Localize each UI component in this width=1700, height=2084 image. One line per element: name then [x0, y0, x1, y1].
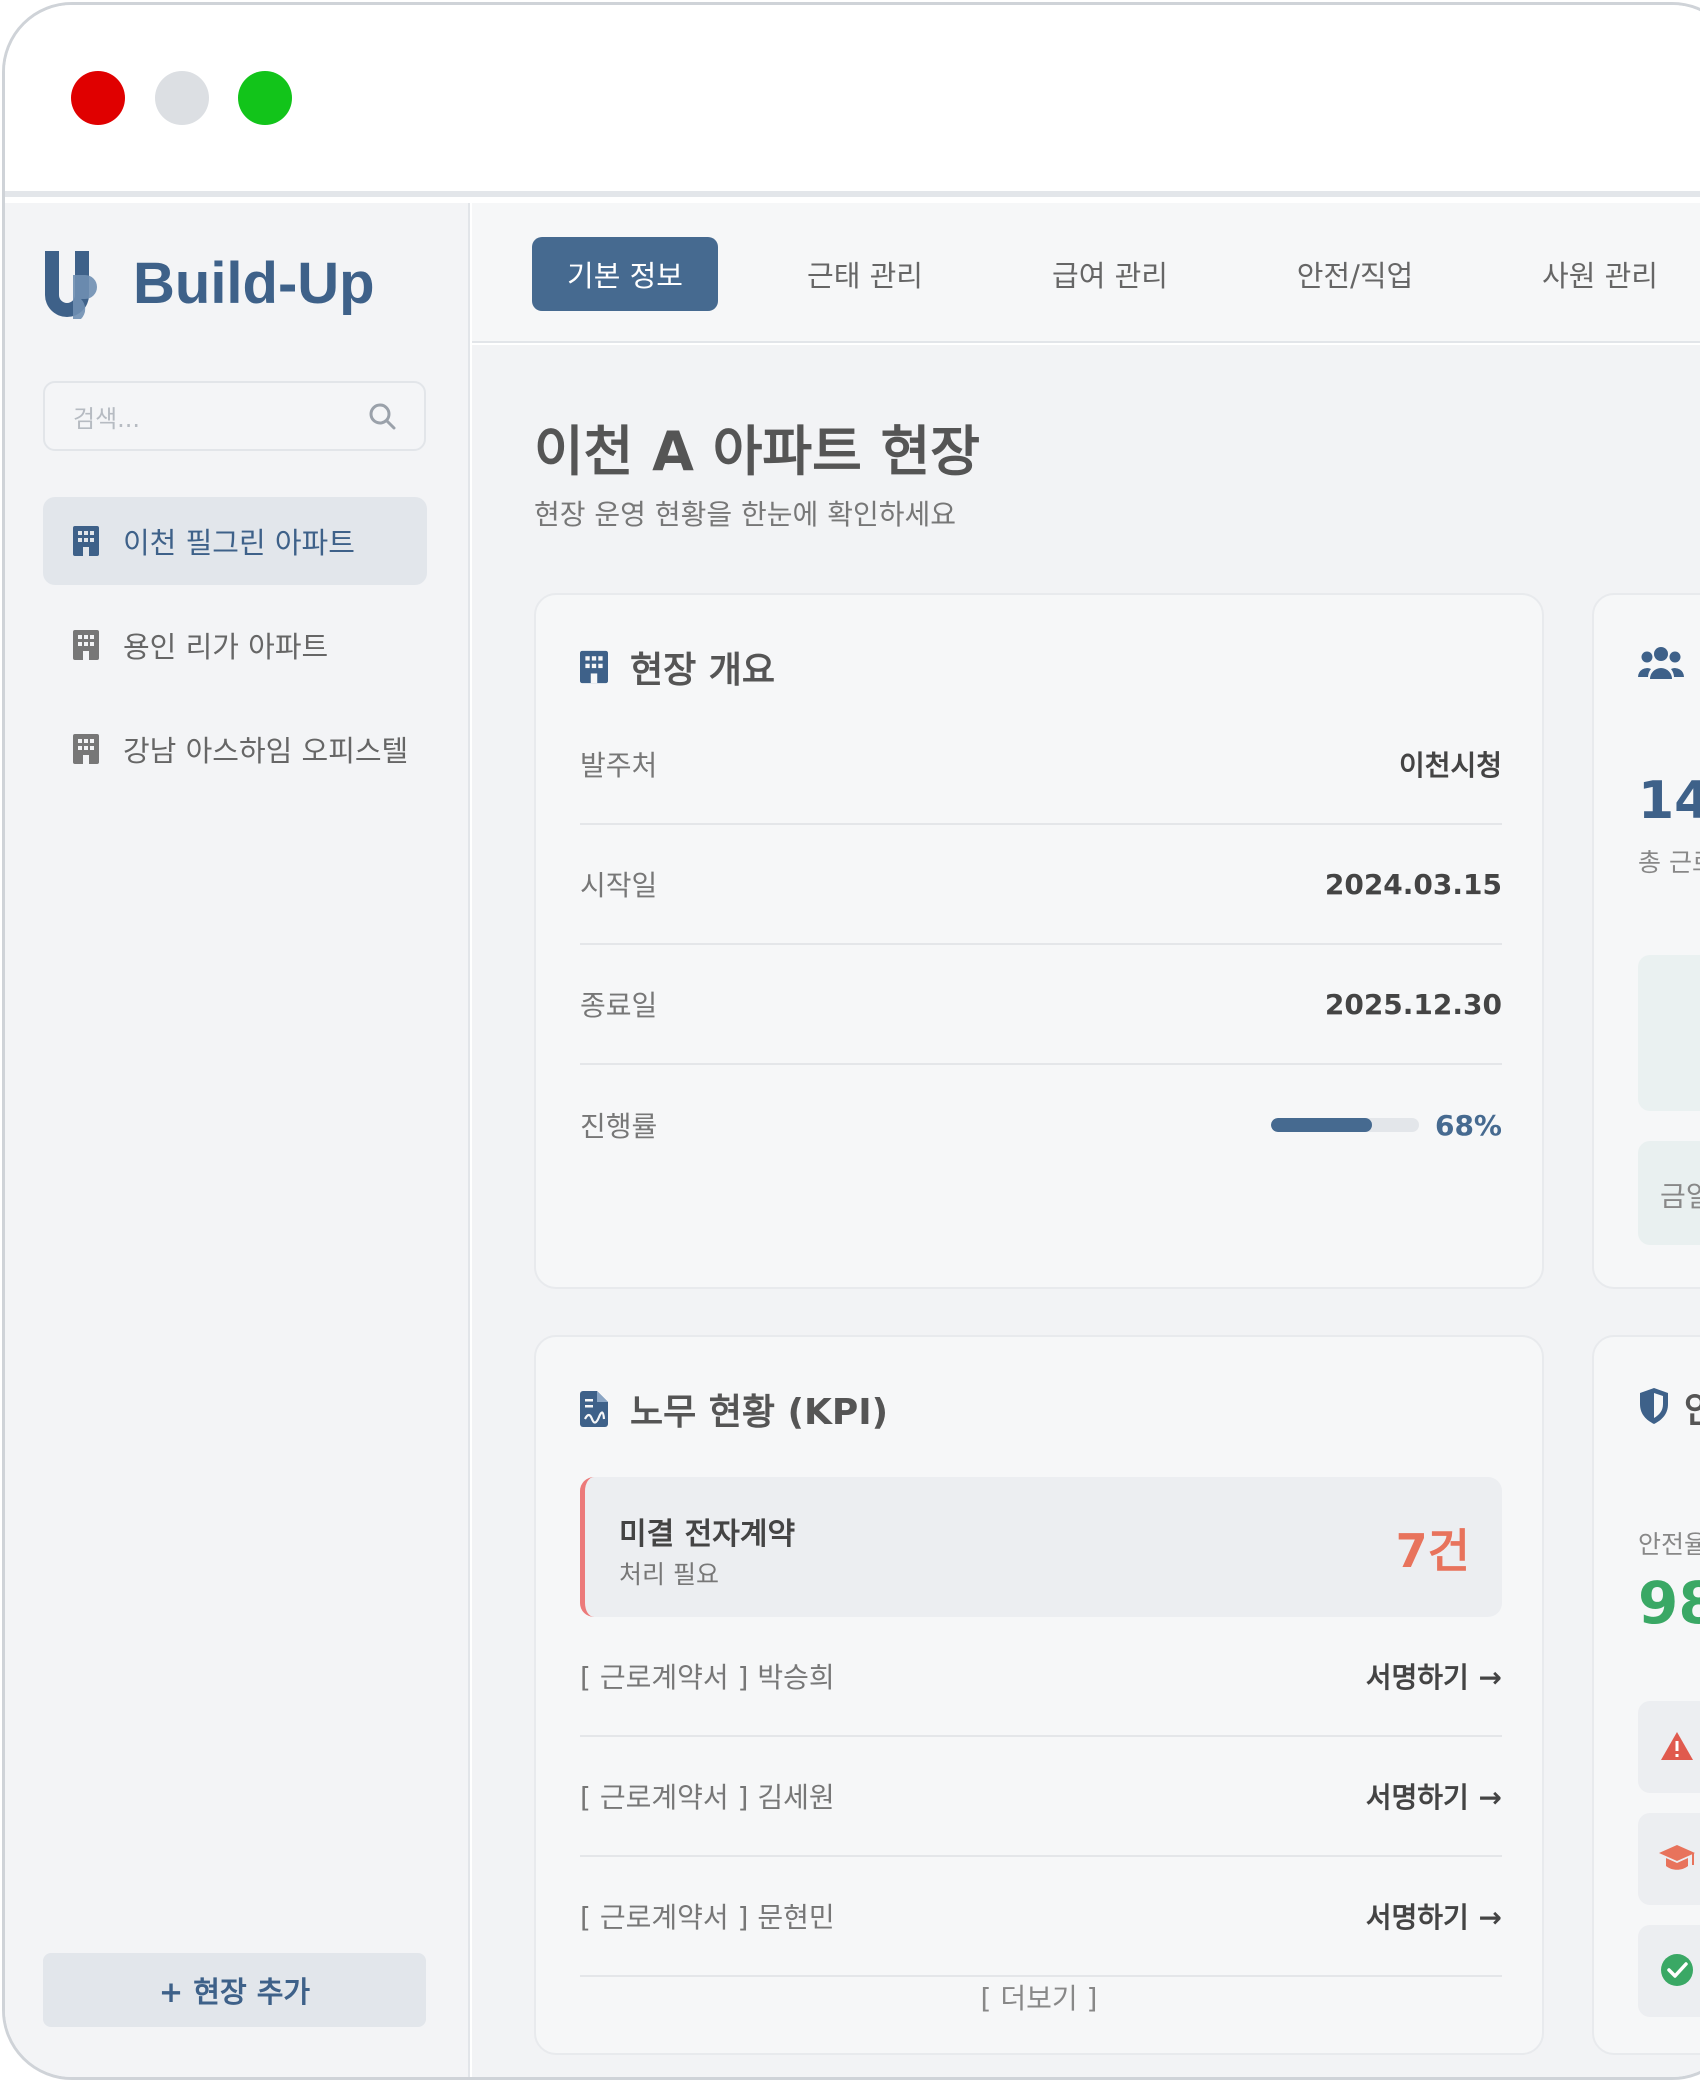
row-label: 발주처	[580, 749, 658, 782]
total-workers-count: 14	[1638, 771, 1700, 831]
building-icon	[73, 526, 99, 556]
overview-row-progress: 진행률 68%	[580, 1065, 1502, 1185]
kpi-label: 미결 전자계약	[619, 1517, 796, 1552]
search-input[interactable]: 검색...	[43, 381, 426, 451]
kpi-sub: 처리 필요	[619, 1560, 719, 1589]
kpi-count: 7건	[1395, 1524, 1470, 1578]
safety-rate-value: 98	[1638, 1569, 1700, 1637]
tab-basic-info[interactable]: 기본 정보	[532, 237, 718, 311]
progress-indicator: 68%	[1270, 1108, 1502, 1142]
contract-row: [ 근로계약서 ] 문현민 서명하기 →	[580, 1857, 1502, 1977]
sidebar: Build-Up 검색... 이천 필그린 아파트 용인 리가 아파트 강남 아…	[5, 203, 470, 2077]
today-label: 금일	[1660, 1180, 1700, 1213]
sign-button[interactable]: 서명하기 →	[1366, 1776, 1502, 1816]
contract-row: [ 근로계약서 ] 박승희 서명하기 →	[580, 1617, 1502, 1737]
more-link[interactable]: [ 더보기 ]	[536, 1977, 1542, 2017]
progress-percent: 68%	[1434, 1108, 1502, 1142]
minimize-window-button[interactable]	[155, 71, 209, 125]
tab-payroll[interactable]: 급여 관리	[1017, 237, 1203, 311]
row-label: 시작일	[580, 869, 658, 902]
app-window: Build-Up 검색... 이천 필그린 아파트 용인 리가 아파트 강남 아…	[2, 2, 1700, 2080]
close-window-button[interactable]	[71, 71, 125, 125]
sidebar-item-site-3[interactable]: 강남 아스하임 오피스텔	[43, 705, 427, 793]
check-circle-icon	[1661, 1954, 1693, 1986]
row-label: 진행률	[580, 1110, 658, 1143]
users-icon	[1638, 647, 1684, 679]
warning-icon	[1661, 1732, 1693, 1760]
contract-label: [ 근로계약서 ] 문현민	[580, 1901, 835, 1934]
contract-label: [ 근로계약서 ] 박승희	[580, 1661, 835, 1694]
sign-button[interactable]: 서명하기 →	[1366, 1656, 1502, 1696]
safety-check-row[interactable]	[1638, 1925, 1700, 2017]
building-icon	[73, 630, 99, 660]
card-title: 노무 현황 (KPI)	[580, 1383, 888, 1435]
build-up-logo-icon	[45, 251, 97, 319]
sign-button[interactable]: 서명하기 →	[1366, 1896, 1502, 1936]
page-title: 이천 A 아파트 현장	[534, 420, 980, 483]
today-stat-box: 금일	[1638, 1141, 1700, 1245]
contract-label: [ 근로계약서 ] 김세원	[580, 1781, 835, 1814]
sidebar-item-label: 이천 필그린 아파트	[123, 526, 355, 560]
graduation-cap-icon	[1659, 1845, 1695, 1870]
site-overview-card: 현장 개요 발주처 이천시청 시작일 2024.03.15 종료일 2025.1…	[534, 593, 1544, 1289]
sidebar-item-label: 강남 아스하임 오피스텔	[123, 734, 409, 768]
row-value: 2024.03.15	[1324, 867, 1502, 901]
overview-row-end-date: 종료일 2025.12.30	[580, 945, 1502, 1065]
row-value: 이천시청	[1398, 749, 1502, 782]
contract-document-icon	[580, 1391, 608, 1427]
safety-education-row[interactable]	[1638, 1813, 1700, 1905]
sidebar-item-site-2[interactable]: 용인 리가 아파트	[43, 601, 427, 689]
sidebar-item-site-1[interactable]: 이천 필그린 아파트	[43, 497, 427, 585]
tab-attendance[interactable]: 근태 관리	[772, 237, 958, 311]
workers-card: 14 총 근로 금일	[1592, 593, 1700, 1289]
maximize-window-button[interactable]	[238, 71, 292, 125]
add-site-button[interactable]: + 현장 추가	[43, 1953, 426, 2027]
progress-fill	[1270, 1118, 1372, 1132]
app-logo[interactable]: Build-Up	[43, 247, 375, 319]
tab-employees[interactable]: 사원 관리	[1507, 237, 1693, 311]
building-icon	[73, 734, 99, 764]
tab-bar: 기본 정보 근태 관리 급여 관리 안전/직업 사원 관리	[472, 203, 1700, 343]
page-subtitle: 현장 운영 현황을 한눈에 확인하세요	[534, 498, 957, 531]
row-label: 종료일	[580, 989, 658, 1022]
building-icon	[580, 650, 608, 684]
card-title: 현장 개요	[580, 641, 775, 693]
title-bar	[5, 5, 1700, 197]
main-content: 이천 A 아파트 현장 현장 운영 현황을 한눈에 확인하세요 현장 개요 발주…	[472, 345, 1700, 2077]
search-placeholder: 검색...	[73, 404, 141, 433]
pending-contract-kpi[interactable]: 미결 전자계약 처리 필요 7건	[580, 1477, 1502, 1617]
row-value: 2025.12.30	[1324, 987, 1502, 1021]
overview-row-client: 발주처 이천시청	[580, 705, 1502, 825]
total-workers-label: 총 근로	[1638, 848, 1700, 877]
contract-row: [ 근로계약서 ] 김세원 서명하기 →	[580, 1737, 1502, 1857]
overview-row-start-date: 시작일 2024.03.15	[580, 825, 1502, 945]
progress-track	[1270, 1118, 1419, 1132]
search-icon	[369, 403, 396, 430]
labor-kpi-card: 노무 현황 (KPI) 미결 전자계약 처리 필요 7건 [ 근로계약서 ] 박…	[534, 1335, 1544, 2055]
sidebar-item-label: 용인 리가 아파트	[123, 630, 329, 664]
tab-safety[interactable]: 안전/직업	[1262, 237, 1448, 311]
safety-rate-label: 안전율	[1638, 1530, 1700, 1559]
safety-alert-row[interactable]	[1638, 1701, 1700, 1793]
shield-icon	[1640, 1388, 1668, 1424]
safety-card: 안 안전율 98	[1592, 1335, 1700, 2055]
safety-card-title: 안	[1684, 1381, 1700, 1433]
workers-stat-box	[1638, 955, 1700, 1111]
app-name: Build-Up	[133, 250, 375, 316]
